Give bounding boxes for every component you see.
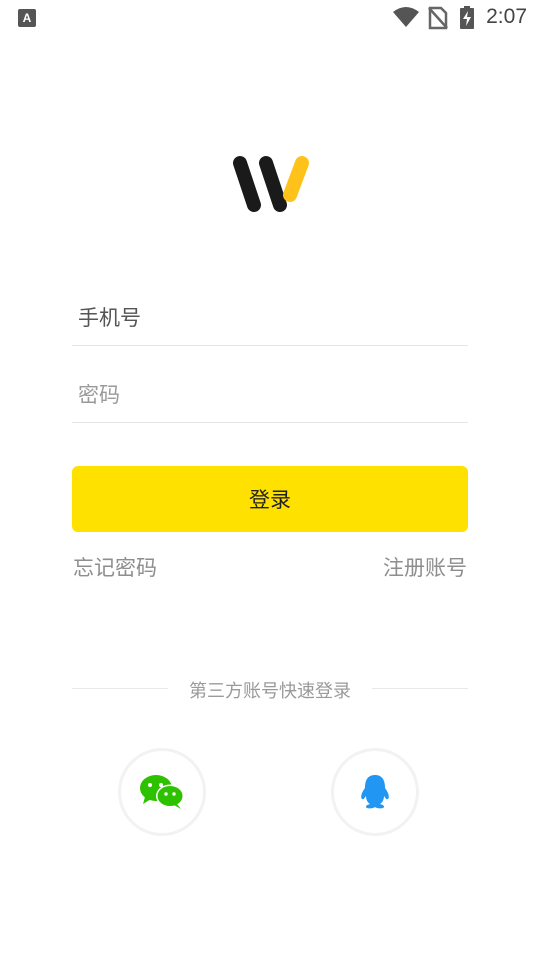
status-bar: A 2:07 [0, 0, 540, 36]
wechat-login-button[interactable] [118, 748, 206, 836]
app-logo [232, 155, 310, 213]
login-button[interactable]: 登录 [72, 466, 468, 532]
no-sim-icon [428, 6, 448, 34]
svg-text:A: A [23, 11, 32, 25]
register-link[interactable]: 注册账号 [383, 552, 467, 582]
wifi-icon [392, 6, 420, 32]
phone-input[interactable] [78, 295, 458, 341]
keyboard-a-icon: A [18, 9, 36, 27]
password-field[interactable] [72, 372, 468, 423]
phone-field[interactable] [72, 295, 468, 346]
password-input[interactable] [78, 372, 458, 418]
status-time: 2:07 [486, 5, 527, 28]
qq-login-button[interactable] [331, 748, 419, 836]
battery-charging-icon [459, 6, 475, 34]
forgot-password-link[interactable]: 忘记密码 [73, 552, 157, 582]
third-party-label: 第三方账号快速登录 [0, 677, 540, 703]
